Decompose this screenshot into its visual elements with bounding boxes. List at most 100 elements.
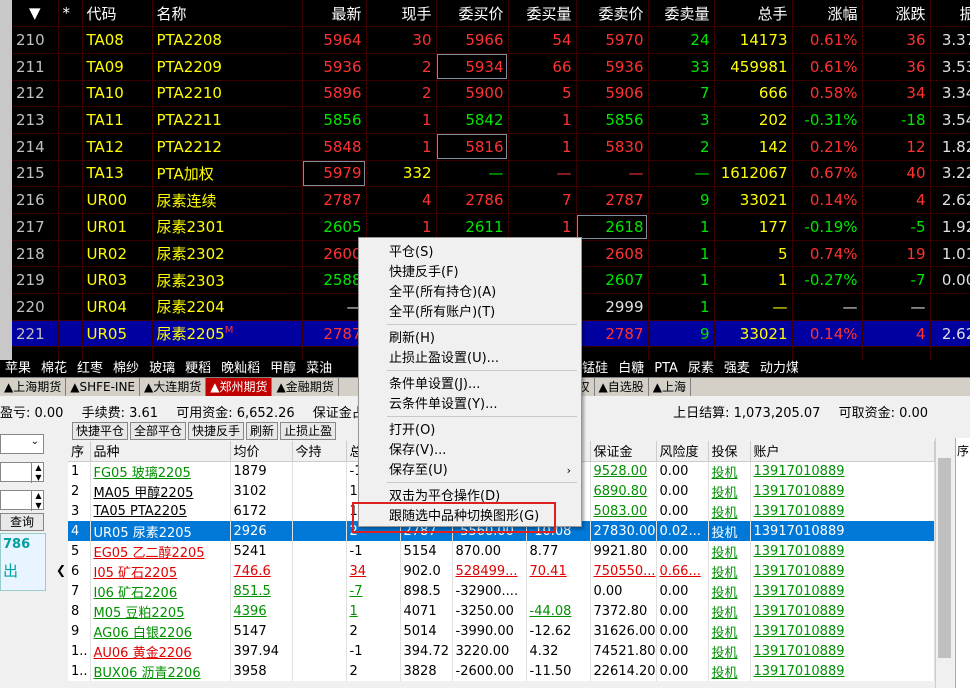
quote-cell[interactable]: UR05 — [82, 320, 153, 348]
quote-cell[interactable]: 0.74% — [792, 240, 863, 268]
position-cell[interactable]: M05 豆粕2205 — [90, 601, 231, 621]
category-item[interactable]: 玻璃 — [144, 360, 180, 377]
position-cell[interactable]: 0.66... — [656, 561, 709, 581]
position-cell[interactable]: 13917010889 — [750, 461, 935, 481]
quote-cell[interactable]: TA12 — [82, 133, 153, 161]
quote-cell[interactable] — [58, 240, 83, 268]
quote-cell[interactable]: UR02 — [82, 240, 153, 268]
quote-cell[interactable]: 1612067 — [714, 160, 793, 188]
spin-arrows-icon[interactable]: ▲ ▼ — [31, 463, 45, 483]
quote-cell[interactable]: 0.58% — [792, 80, 863, 108]
position-cell[interactable] — [292, 641, 347, 661]
position-cell[interactable]: 13917010889 — [750, 581, 935, 601]
context-menu-item[interactable]: 保存至(U) — [389, 461, 448, 481]
position-cell[interactable]: 5154 — [400, 541, 453, 561]
position-cell[interactable]: 70.41 — [526, 561, 591, 581]
position-cell[interactable]: 13917010889 — [750, 641, 935, 661]
toolbar-button[interactable]: 止损止盈 — [280, 422, 337, 440]
quote-cell[interactable]: 5 — [714, 240, 793, 268]
quote-cell[interactable]: 2600 — [302, 240, 367, 268]
position-cell[interactable]: 13917010889 — [750, 521, 935, 541]
quote-cell[interactable]: 1 — [648, 240, 715, 268]
position-cell[interactable]: 9921.80 — [590, 541, 657, 561]
quote-cell[interactable]: PTA2210 — [152, 80, 303, 108]
position-cell[interactable]: -1 — [346, 541, 401, 561]
quote-cell[interactable]: -18 — [862, 106, 931, 134]
quote-cell[interactable]: 5848 — [302, 133, 367, 161]
position-col-header[interactable]: 序 — [68, 441, 91, 462]
position-col-header[interactable]: 投保 — [708, 441, 751, 462]
position-cell[interactable]: 0.00 — [656, 621, 709, 641]
category-item[interactable]: 强麦 — [719, 360, 755, 377]
quote-cell[interactable]: — — [930, 293, 970, 321]
quote-cell[interactable]: 7 — [648, 80, 715, 108]
quote-cell[interactable]: 2588 — [302, 266, 367, 295]
quote-col-header[interactable]: * — [58, 0, 83, 28]
quote-header-row[interactable]: ▼*代码名称最新现手委买价委买量委卖价委卖量总手涨幅涨跌振幅持 — [12, 0, 970, 28]
context-menu-item[interactable]: 保存(V)... — [389, 441, 446, 461]
quote-cell[interactable]: 9 — [648, 320, 715, 348]
quote-cell[interactable]: 5964 — [302, 26, 367, 54]
quote-cell[interactable]: 210 — [12, 26, 59, 54]
position-cell[interactable]: 34 — [346, 561, 401, 581]
position-cell[interactable]: -1 — [346, 641, 401, 661]
quote-cell[interactable]: 尿素2302 — [152, 240, 303, 268]
context-menu-item[interactable]: 打开(O) — [389, 421, 435, 441]
quote-cell[interactable]: PTA2208 — [152, 26, 303, 54]
quote-cell[interactable]: 66 — [508, 53, 577, 81]
quote-cell[interactable]: 459981 — [714, 53, 793, 81]
position-row[interactable]: 5 EG05 乙二醇2205 5241 -1 5154 870.00 8.77 9921.80… — [68, 541, 935, 561]
position-col-header[interactable]: 风险度 — [656, 441, 709, 462]
position-cell[interactable]: 7 — [68, 581, 91, 601]
position-cell[interactable]: 9528.00 — [590, 461, 657, 481]
position-cell[interactable]: 0.00 — [656, 481, 709, 501]
quote-cell[interactable]: 36 — [862, 53, 931, 81]
quote-cell[interactable]: 34 — [862, 80, 931, 108]
position-cell[interactable]: 2 — [346, 661, 401, 681]
position-cell[interactable]: 5 — [68, 541, 91, 561]
quote-cell[interactable]: 1.01% — [930, 240, 970, 268]
position-cell[interactable]: 5147 — [230, 621, 293, 641]
quote-cell[interactable] — [58, 266, 83, 295]
quote-cell[interactable]: 30 — [366, 26, 437, 54]
quote-cell[interactable]: 212 — [12, 80, 59, 108]
quote-cell[interactable]: 0.00% — [930, 266, 970, 295]
position-cell[interactable]: 投机 — [708, 541, 751, 561]
position-cell[interactable]: 投机 — [708, 501, 751, 521]
context-menu-item[interactable]: 刷新(H) — [389, 329, 435, 349]
quote-cell[interactable]: -0.19% — [792, 213, 863, 241]
quote-cell[interactable]: 7 — [508, 186, 577, 214]
quote-cell[interactable]: 217 — [12, 213, 59, 241]
category-item[interactable]: PTA — [649, 360, 683, 377]
quote-cell[interactable]: 3.54% — [930, 106, 970, 134]
position-cell[interactable] — [526, 581, 591, 601]
quote-col-header[interactable]: 委买量 — [508, 0, 577, 28]
position-cell[interactable] — [292, 501, 347, 521]
quote-cell[interactable]: 2999 — [576, 293, 649, 321]
quote-col-header[interactable]: 最新 — [302, 0, 367, 28]
toolbar-button[interactable]: 快捷平仓 — [72, 422, 129, 440]
quote-cell[interactable]: 5842 — [436, 106, 509, 134]
context-menu-item[interactable]: 条件单设置(J)... — [389, 375, 480, 395]
quote-cell[interactable]: 33021 — [714, 320, 793, 348]
position-cell[interactable] — [292, 621, 347, 641]
quote-cell[interactable]: 142 — [714, 133, 793, 161]
position-cell[interactable]: AU06 黄金2206 — [90, 641, 231, 661]
quote-cell[interactable]: 1 — [508, 133, 577, 161]
quote-cell[interactable]: 1 — [648, 213, 715, 241]
quote-col-header[interactable]: 委卖价 — [576, 0, 649, 28]
toolbar-button[interactable]: 全部平仓 — [130, 422, 187, 440]
quote-cell[interactable]: 2618 — [576, 213, 649, 241]
quote-cell[interactable]: TA13 — [82, 160, 153, 188]
position-cell[interactable]: 2926 — [230, 521, 293, 541]
quote-cell[interactable]: TA11 — [82, 106, 153, 134]
position-cell[interactable]: 1.. — [68, 641, 91, 661]
position-col-header[interactable]: 品种 — [90, 441, 231, 462]
quote-cell[interactable]: 2786 — [436, 186, 509, 214]
position-cell[interactable] — [292, 581, 347, 601]
quote-cell[interactable]: 0.61% — [792, 26, 863, 54]
position-cell[interactable]: 投机 — [708, 621, 751, 641]
position-cell[interactable]: 3102 — [230, 481, 293, 501]
position-cell[interactable]: 投机 — [708, 601, 751, 621]
position-cell[interactable]: TA05 PTA2205 — [90, 501, 231, 521]
